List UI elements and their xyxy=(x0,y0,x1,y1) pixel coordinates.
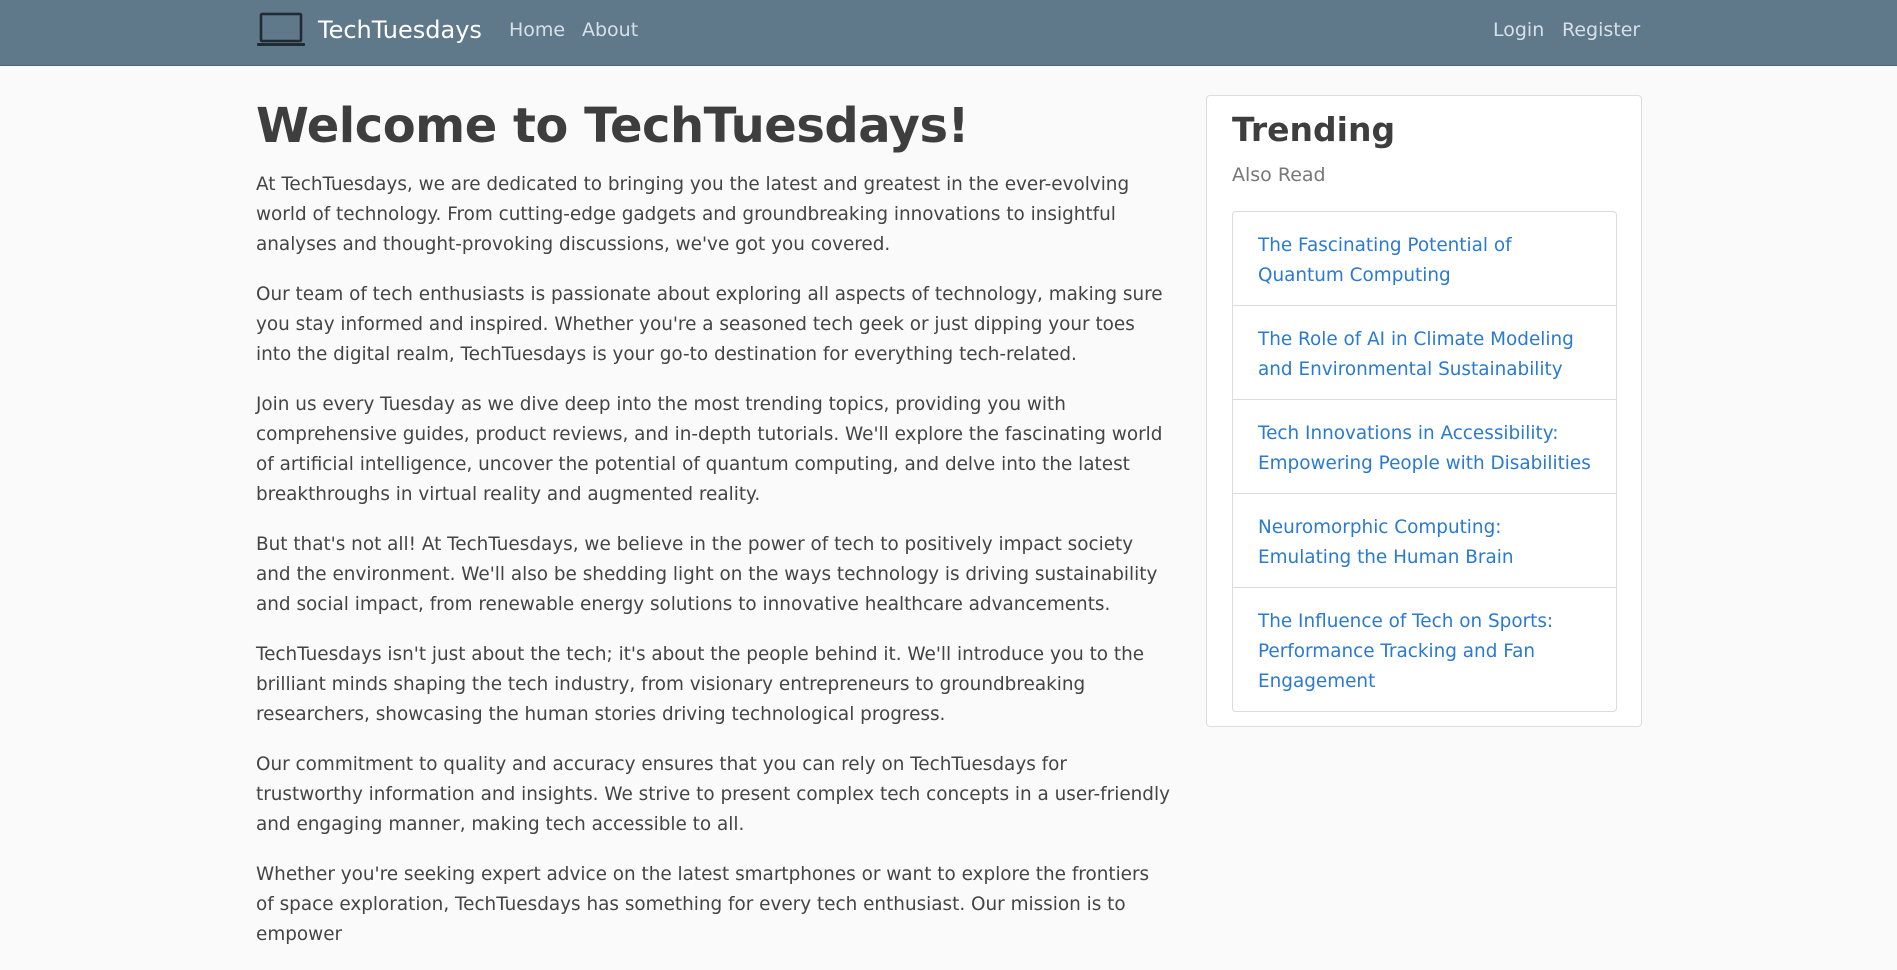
trending-link[interactable]: Neuromorphic Computing: Emulating the Hu… xyxy=(1258,517,1513,568)
list-item: The Influence of Tech on Sports: Perform… xyxy=(1233,587,1616,711)
trending-link[interactable]: Tech Innovations in Accessibility: Empow… xyxy=(1258,423,1591,474)
main-content: Welcome to TechTuesdays! At TechTuesdays… xyxy=(256,96,1171,970)
mission-paragraph: Whether you're seeking expert advice on … xyxy=(256,864,1150,945)
brand-name: TechTuesdays xyxy=(318,16,482,44)
brand-link[interactable]: TechTuesdays xyxy=(256,12,482,48)
page-title: Welcome to TechTuesdays! xyxy=(256,98,969,154)
sidebar-title: Trending xyxy=(1232,110,1396,149)
trending-link[interactable]: The Role of AI in Climate Modeling and E… xyxy=(1258,329,1574,380)
weekly-paragraph: Join us every Tuesday as we dive deep in… xyxy=(256,394,1163,505)
list-item: Tech Innovations in Accessibility: Empow… xyxy=(1233,399,1616,493)
nav-home-link[interactable]: Home xyxy=(509,19,565,41)
list-item: The Role of AI in Climate Modeling and E… xyxy=(1233,305,1616,399)
sidebar-subtitle: Also Read xyxy=(1232,164,1326,186)
nav-login-link[interactable]: Login xyxy=(1493,19,1544,41)
trending-sidebar: Trending Also Read The Fascinating Poten… xyxy=(1206,95,1642,727)
people-paragraph: TechTuesdays isn't just about the tech; … xyxy=(256,644,1145,725)
intro-paragraph: At TechTuesdays, we are dedicated to bri… xyxy=(256,174,1130,255)
trending-link[interactable]: The Fascinating Potential of Quantum Com… xyxy=(1258,235,1512,286)
trending-list: The Fascinating Potential of Quantum Com… xyxy=(1232,211,1617,712)
laptop-icon xyxy=(257,12,305,46)
team-paragraph: Our team of tech enthusiasts is passiona… xyxy=(256,284,1163,365)
list-item: The Fascinating Potential of Quantum Com… xyxy=(1233,212,1616,305)
nav-about-link[interactable]: About xyxy=(582,19,638,41)
quality-paragraph: Our commitment to quality and accuracy e… xyxy=(256,754,1170,835)
trending-link[interactable]: The Influence of Tech on Sports: Perform… xyxy=(1258,611,1553,692)
nav-register-link[interactable]: Register xyxy=(1562,19,1640,41)
navbar: TechTuesdays Home About Login Register xyxy=(0,0,1897,66)
impact-paragraph: But that's not all! At TechTuesdays, we … xyxy=(256,534,1158,615)
list-item: Neuromorphic Computing: Emulating the Hu… xyxy=(1233,493,1616,587)
